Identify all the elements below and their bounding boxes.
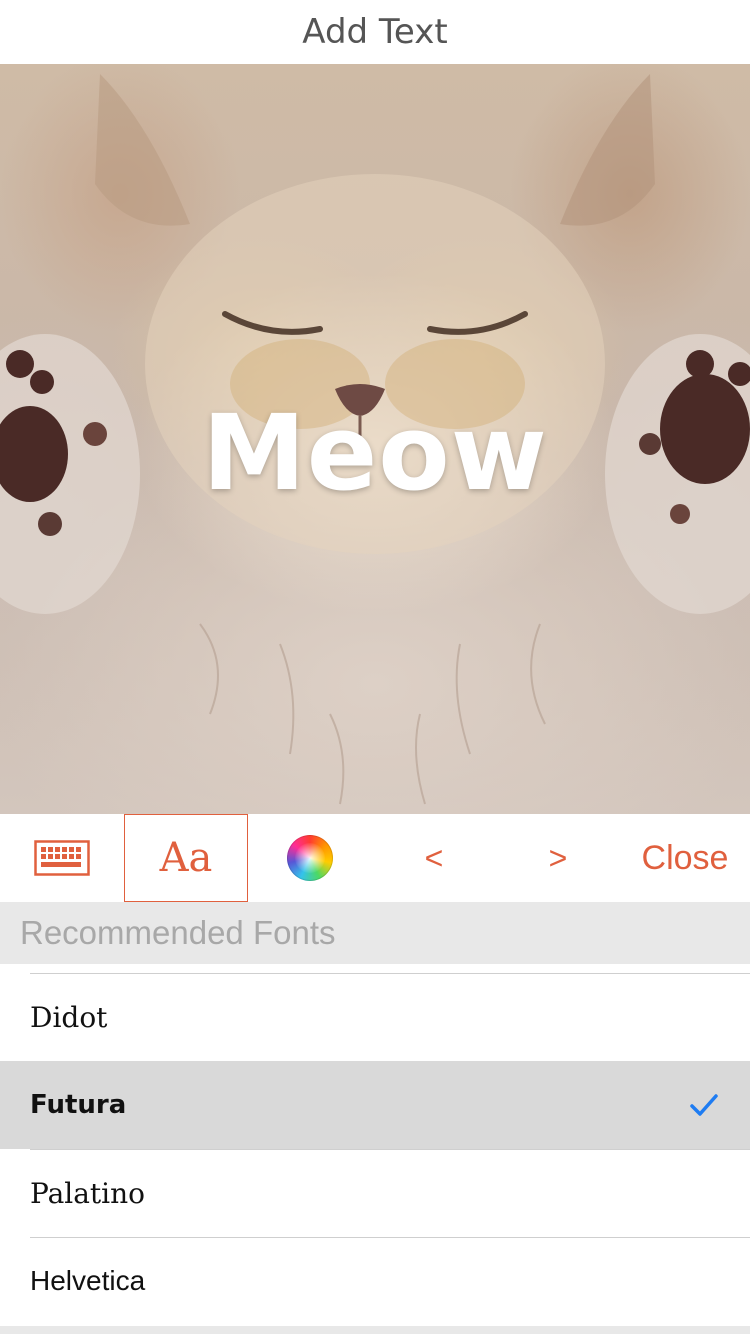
font-row-label: Helvetica xyxy=(30,1265,146,1296)
checkmark-icon xyxy=(690,1094,718,1116)
keyboard-icon xyxy=(34,840,90,876)
font-row-label: Futura xyxy=(30,1090,127,1120)
previous-label: < xyxy=(424,839,444,876)
font-button[interactable]: Aa xyxy=(124,814,248,902)
title-bar: Add Text xyxy=(0,0,750,64)
font-row-futura[interactable]: Futura xyxy=(0,1061,750,1149)
font-row-helvetica[interactable]: Helvetica xyxy=(0,1237,750,1325)
font-row-label: Palatino xyxy=(30,1176,146,1210)
font-list: Didot Futura Palatino Helvetica xyxy=(0,964,750,1325)
font-row-didot[interactable]: Didot xyxy=(0,973,750,1061)
color-wheel-icon xyxy=(287,835,333,881)
photo-canvas[interactable]: Meow xyxy=(0,64,750,814)
section-header-label: Recommended Fonts xyxy=(20,914,336,951)
close-button[interactable]: Close xyxy=(620,814,750,902)
color-button[interactable] xyxy=(248,814,372,902)
text-toolbar: Aa < > Close xyxy=(0,814,750,902)
font-row-palatino[interactable]: Palatino xyxy=(0,1149,750,1237)
previous-button[interactable]: < xyxy=(372,814,496,902)
list-bottom-divider xyxy=(0,1326,750,1334)
add-text-screen: Add Text Meow Aa < > Close Recommended F… xyxy=(0,0,750,1334)
overlay-text[interactable]: Meow xyxy=(0,392,750,514)
next-button[interactable]: > xyxy=(496,814,620,902)
font-button-label: Aa xyxy=(159,835,213,881)
section-header: Recommended Fonts xyxy=(0,902,750,964)
font-row-label: Didot xyxy=(30,1000,108,1034)
next-label: > xyxy=(548,839,568,876)
keyboard-button[interactable] xyxy=(0,814,124,902)
page-title: Add Text xyxy=(302,12,448,52)
